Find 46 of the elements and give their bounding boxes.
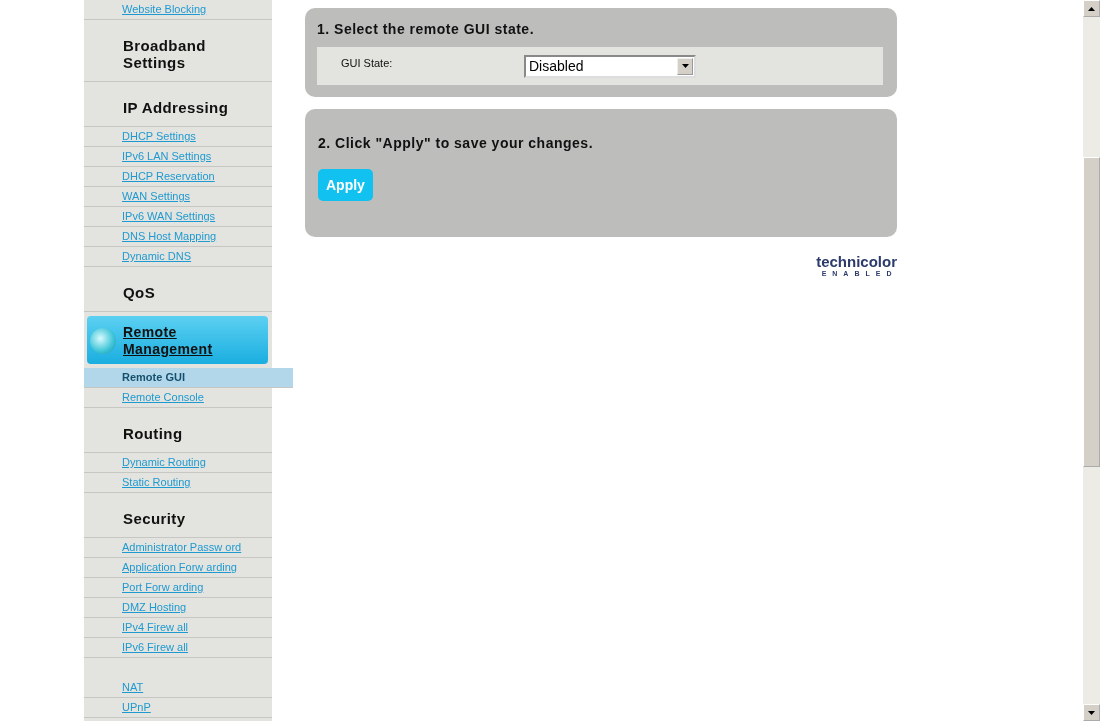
down-arrow-icon — [1088, 710, 1095, 715]
sidebar-link[interactable]: Dynamic DNS — [84, 247, 272, 267]
state-select[interactable]: Disabled — [524, 54, 696, 78]
scrollbar[interactable] — [1083, 0, 1100, 721]
section-title: QoS — [123, 284, 156, 301]
sidebar-link[interactable]: Remote GUI — [84, 368, 293, 388]
sidebar-link[interactable]: Dynamic Routing — [84, 453, 272, 473]
scroll-up-button[interactable] — [1083, 0, 1100, 17]
apply-button[interactable]: Apply — [318, 169, 373, 201]
sidebar-link[interactable]: DHCP Settings — [84, 127, 272, 147]
sidebar-link[interactable]: Static Routing — [84, 473, 272, 493]
sidebar-link[interactable]: Port Forw arding — [84, 578, 272, 598]
sidebar-section[interactable]: QoS — [84, 267, 272, 312]
sidebar-link[interactable]: DNS Host Mapping — [84, 227, 272, 247]
scroll-down-button[interactable] — [1083, 704, 1100, 721]
step-title: 1. Select the remote GUI state. — [317, 21, 536, 37]
sidebar-section[interactable]: Broadband Settings — [84, 20, 272, 82]
section-title: Routing — [123, 425, 183, 442]
scroll-thumb[interactable] — [1083, 157, 1100, 467]
section-title: IP Addressing — [123, 99, 229, 116]
sidebar-link[interactable]: NAT — [84, 678, 272, 698]
sidebar-link[interactable]: Website Blocking — [84, 0, 272, 20]
sidebar-link[interactable]: DHCP Reservation — [84, 167, 272, 187]
logo-name: technicolor — [816, 253, 897, 270]
sidebar-link[interactable]: Remote Console — [84, 388, 272, 408]
sidebar-link[interactable]: Administrator Passw ord — [84, 538, 272, 558]
orb-icon — [90, 328, 116, 354]
sidebar-section[interactable]: Security — [84, 493, 272, 538]
down-arrow-icon — [681, 64, 689, 68]
sidebar-section[interactable]: Routing — [84, 408, 272, 453]
sidebar-link[interactable]: UPnP — [84, 698, 272, 718]
section-title: Broadband Settings — [123, 37, 206, 71]
section-title: Security — [123, 510, 186, 527]
sidebar-section[interactable]: IP Addressing — [84, 82, 272, 127]
up-arrow-icon — [1088, 6, 1095, 11]
section-title: Remote Management — [123, 324, 214, 358]
sidebar-link[interactable]: DMZ Hosting — [84, 598, 272, 618]
step-title: 2. Click "Apply" to save your changes. — [318, 135, 595, 151]
field-label: GUI State: — [341, 57, 394, 69]
sidebar-link[interactable]: IPv4 Firew all — [84, 618, 272, 638]
sidebar-section[interactable]: Remote Management — [87, 316, 268, 364]
sidebar-link[interactable]: IPv6 WAN Settings — [84, 207, 272, 227]
sidebar-link[interactable]: IPv6 Firew all — [84, 638, 272, 658]
sidebar-link[interactable]: IPv6 LAN Settings — [84, 147, 272, 167]
sidebar-link[interactable]: WAN Settings — [84, 187, 272, 207]
sidebar-link[interactable]: Application Forw arding — [84, 558, 272, 578]
